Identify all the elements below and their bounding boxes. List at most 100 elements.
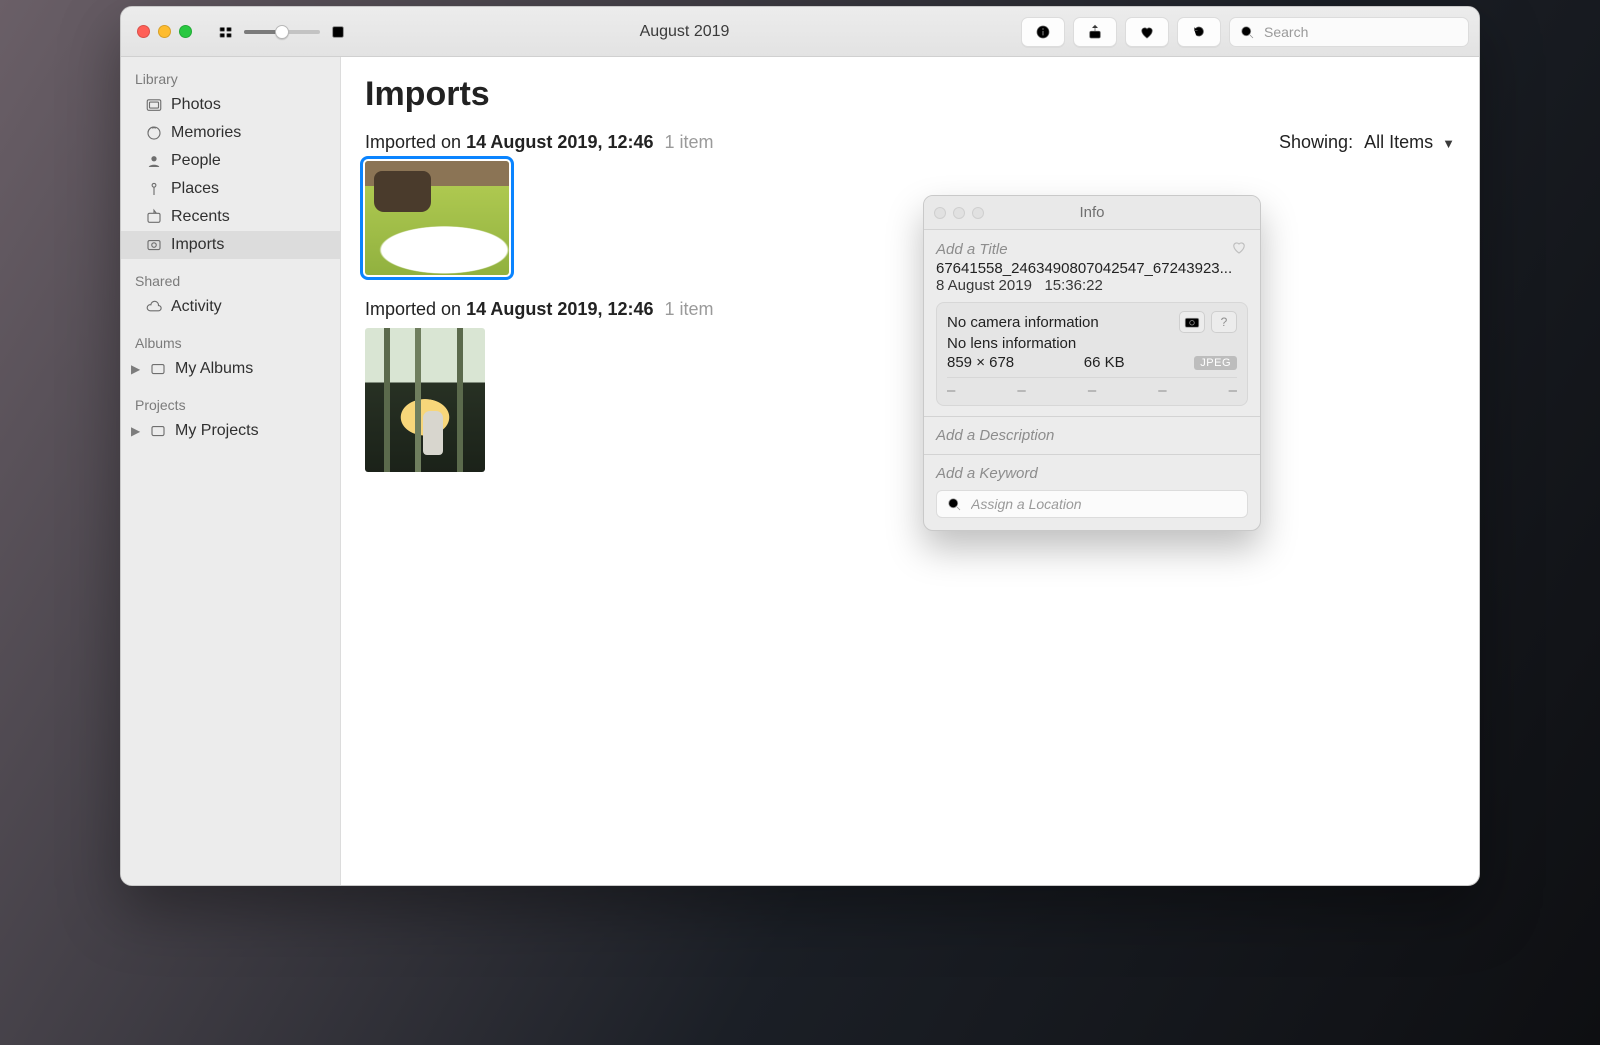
exif-dash: – [1229,382,1237,399]
sidebar-item-label: Photos [171,96,221,114]
photo-thumbnail[interactable] [365,161,509,275]
showing-value: All Items [1364,132,1433,152]
close-window-button[interactable] [137,25,150,38]
sidebar-item-places[interactable]: Places [121,175,340,203]
search-icon [1238,23,1256,41]
sidebar-item-label: People [171,152,221,170]
sidebar-item-my-albums[interactable]: ▶ My Albums [121,355,340,383]
help-icon[interactable]: ? [1211,311,1237,333]
showing-filter[interactable]: Showing: All Items ▼ [1279,132,1455,153]
sidebar-item-label: My Projects [175,422,259,440]
info-location-field[interactable] [936,490,1248,518]
app-body: Library Photos Memories People Places Re… [121,57,1479,885]
recents-icon [145,208,163,226]
memories-icon [145,124,163,142]
exif-dash: – [1158,382,1166,399]
content-area: Imports Imported on 14 August 2019, 12:4… [341,57,1479,885]
info-minimize-dot[interactable] [953,207,965,219]
showing-label: Showing: [1279,132,1353,152]
info-date: 8 August 2019 [936,277,1032,294]
info-filename: 67641558_2463490807042547_67243923... [936,260,1248,277]
import-group-header-1: Imported on 14 August 2019, 12:46 1 item [365,132,714,153]
album-icon [149,360,167,378]
disclosure-triangle-icon[interactable]: ▶ [131,362,141,376]
info-panel-window-controls [934,207,984,219]
zoom-window-button[interactable] [179,25,192,38]
sidebar-item-imports[interactable]: Imports [121,231,340,259]
search-field[interactable] [1229,17,1469,47]
info-panel-title: Info [1079,204,1104,221]
info-exif-dashes: – – – – – [947,377,1237,399]
share-button[interactable] [1073,17,1117,47]
cloud-icon [145,298,163,316]
info-button[interactable] [1021,17,1065,47]
sidebar-item-label: Activity [171,298,222,316]
thumbnail-large-icon[interactable] [328,23,348,41]
minimize-window-button[interactable] [158,25,171,38]
page-title: Imports [365,75,1455,114]
thumbnail-size-control [216,23,348,41]
info-zoom-dot[interactable] [972,207,984,219]
info-lens: No lens information [947,335,1076,352]
import-group-prefix: Imported on [365,299,466,319]
info-panel: Info Add a Title 67641558_24634908070425… [923,195,1261,531]
sidebar-item-recents[interactable]: Recents [121,203,340,231]
exif-dash: – [1088,382,1096,399]
info-description-input[interactable]: Add a Description [936,427,1248,444]
import-group-count: 1 item [665,299,714,319]
rotate-button[interactable] [1177,17,1221,47]
info-panel-titlebar[interactable]: Info [924,196,1260,230]
sidebar-section-shared: Shared [121,269,340,293]
info-exif-card: No camera information ? No lens informat… [936,302,1248,406]
photos-icon [145,96,163,114]
sidebar: Library Photos Memories People Places Re… [121,57,341,885]
project-icon [149,422,167,440]
imports-icon [145,236,163,254]
sidebar-item-label: Memories [171,124,241,142]
sidebar-item-my-projects[interactable]: ▶ My Projects [121,417,340,445]
sidebar-item-memories[interactable]: Memories [121,119,340,147]
search-input[interactable] [1262,23,1460,41]
info-camera: No camera information [947,314,1099,331]
import-group-date: 14 August 2019, 12:46 [466,299,653,319]
import-group-header-2: Imported on 14 August 2019, 12:46 1 item [365,299,1455,320]
app-window: August 2019 Library [120,6,1480,886]
exif-dash: – [1017,382,1025,399]
info-location-input[interactable] [969,495,1239,513]
disclosure-triangle-icon[interactable]: ▶ [131,424,141,438]
sidebar-section-library: Library [121,67,340,91]
sidebar-item-people[interactable]: People [121,147,340,175]
sidebar-section-projects: Projects [121,393,340,417]
people-icon [145,152,163,170]
favorite-button[interactable] [1125,17,1169,47]
info-format-badge: JPEG [1194,356,1237,370]
sidebar-item-photos[interactable]: Photos [121,91,340,119]
titlebar: August 2019 [121,7,1479,57]
sidebar-item-label: My Albums [175,360,253,378]
favorite-heart-icon[interactable] [1230,238,1248,260]
window-title: August 2019 [358,23,1011,41]
chevron-down-icon: ▼ [1442,136,1455,151]
camera-wb-icon[interactable] [1179,311,1205,333]
sidebar-item-label: Recents [171,208,230,226]
info-keyword-input[interactable]: Add a Keyword [936,465,1248,482]
import-group-date: 14 August 2019, 12:46 [466,132,653,152]
info-dimensions: 859 × 678 [947,354,1014,371]
exif-dash: – [947,382,955,399]
import-group-count: 1 item [665,132,714,152]
thumbnail-small-icon[interactable] [216,23,236,41]
toolbar-right [1021,17,1469,47]
info-time: 15:36:22 [1044,277,1102,294]
sidebar-item-activity[interactable]: Activity [121,293,340,321]
photo-thumbnail[interactable] [365,328,485,472]
thumbnail-size-slider[interactable] [244,30,320,34]
search-icon [945,495,963,513]
sidebar-item-label: Imports [171,236,224,254]
sidebar-item-label: Places [171,180,219,198]
sidebar-section-albums: Albums [121,331,340,355]
import-group-prefix: Imported on [365,132,466,152]
info-filesize: 66 KB [1014,354,1194,371]
info-close-dot[interactable] [934,207,946,219]
info-title-input[interactable]: Add a Title [936,241,1008,258]
places-icon [145,180,163,198]
